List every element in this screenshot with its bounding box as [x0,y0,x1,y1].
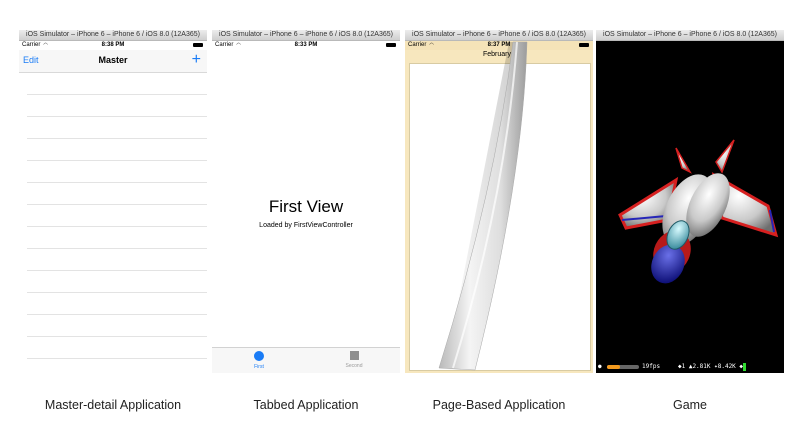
master-detail-screenshot: iOS Simulator – iPhone 6 – iPhone 6 / iO… [19,30,207,373]
table-row[interactable] [27,271,207,293]
status-time: 8:38 PM [101,42,125,48]
hud-green-indicator [743,363,746,371]
nav-title: Master [98,55,128,65]
table-row[interactable] [27,205,207,227]
tab-first-label: First [254,364,264,370]
battery-icon [386,43,396,47]
tab-first[interactable]: First [229,351,289,370]
simulator-titlebar: iOS Simulator – iPhone 6 – iPhone 6 / iO… [19,30,207,41]
table-row[interactable] [27,293,207,315]
status-bar: Carrier ◠ 8:33 PM [212,41,400,50]
circle-icon [254,351,264,361]
caption-master-detail: Master-detail Application [44,398,182,412]
table-row[interactable] [27,315,207,337]
add-icon[interactable]: + [192,50,201,70]
table-row[interactable] [27,359,207,373]
table-view[interactable] [19,73,207,373]
page-based-screenshot: iOS Simulator – iPhone 6 – iPhone 6 / iO… [405,30,593,373]
simulator-titlebar: iOS Simulator – iPhone 6 – iPhone 6 / iO… [596,30,784,41]
table-row[interactable] [27,95,207,117]
hud-dot-icon: ● [598,363,602,370]
caption-game: Game [672,398,708,412]
tabbed-screenshot: iOS Simulator – iPhone 6 – iPhone 6 / iO… [212,30,400,373]
first-view-subtitle: Loaded by FirstViewController [259,222,353,229]
table-row[interactable] [27,117,207,139]
square-icon [349,351,359,360]
simulator-titlebar: iOS Simulator – iPhone 6 – iPhone 6 / iO… [212,30,400,41]
hud-progress-bar [607,365,639,369]
caption-tabbed: Tabbed Application [253,398,359,412]
first-view-title: First View [268,197,344,216]
status-time: 8:33 PM [294,42,318,48]
tab-second-label: Second [345,363,363,369]
hud-fps: 19fps [642,363,661,370]
battery-icon [193,43,203,47]
debug-hud: ● 19fps ◆1 ▲2.81K ✦8.42K ◆ [596,361,784,373]
table-row[interactable] [27,337,207,359]
spaceship-model [618,139,779,284]
table-row[interactable] [27,227,207,249]
caption-page-based: Page-Based Application [432,398,566,412]
tab-second[interactable]: Second [324,351,384,369]
page-curl[interactable] [405,30,593,373]
table-row[interactable] [27,249,207,271]
hud-stats: ◆1 ▲2.81K ✦8.42K ◆ [678,363,744,370]
table-row[interactable] [27,161,207,183]
game-screenshot: iOS Simulator – iPhone 6 – iPhone 6 / iO… [596,30,784,373]
table-row[interactable] [27,139,207,161]
navigation-bar: Edit Master + [19,50,207,73]
status-bar: Carrier ◠ 8:38 PM [19,41,207,50]
tab-bar: First Second [212,347,400,373]
table-row[interactable] [27,73,207,95]
table-row[interactable] [27,183,207,205]
